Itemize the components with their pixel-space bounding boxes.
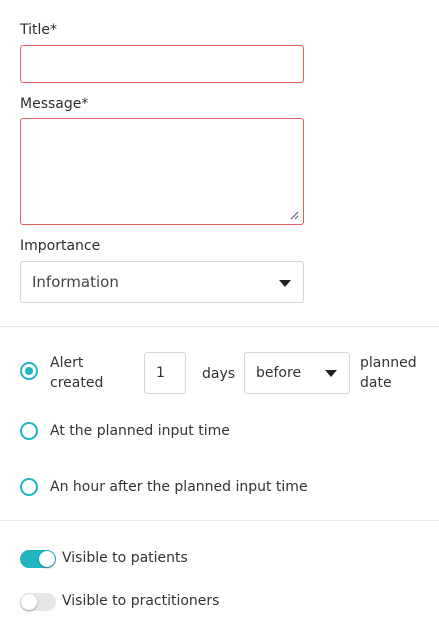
toggle-knob <box>21 594 37 610</box>
direction-selected-value: before <box>256 365 302 381</box>
radio-hour-after-input-time[interactable] <box>20 478 38 496</box>
hour-after-input-time-label: An hour after the planned input time <box>50 479 308 495</box>
title-label: Title* <box>20 22 58 38</box>
planned-date-label-line1: planned <box>360 355 417 371</box>
days-label: days <box>202 366 236 382</box>
importance-select[interactable]: Information <box>20 261 304 303</box>
divider-top <box>0 326 439 327</box>
resize-handle-icon[interactable] <box>290 211 299 220</box>
visible-to-practitioners-label: Visible to practitioners <box>62 593 220 609</box>
radio-alert-created[interactable] <box>20 362 38 380</box>
message-textarea[interactable] <box>20 118 304 225</box>
direction-select[interactable]: before <box>244 352 350 394</box>
planned-input-time-label: At the planned input time <box>50 423 230 439</box>
chevron-down-icon <box>325 370 337 377</box>
toggle-knob <box>39 551 55 567</box>
days-input[interactable] <box>144 352 186 394</box>
planned-date-label: planned date <box>360 353 417 393</box>
chevron-down-icon <box>279 280 291 287</box>
planned-date-label-line2: date <box>360 375 392 391</box>
alert-created-label-line1: Alert <box>50 355 84 371</box>
visible-to-patients-label: Visible to patients <box>62 550 188 566</box>
importance-label: Importance <box>20 238 101 254</box>
alert-created-label-line2: created <box>50 375 104 391</box>
radio-planned-input-time[interactable] <box>20 422 38 440</box>
radio-selected-dot <box>25 367 33 375</box>
toggle-visible-to-patients[interactable] <box>20 550 56 568</box>
divider-bottom <box>0 520 439 521</box>
alert-created-label: Alert created <box>50 353 103 393</box>
importance-selected-value: Information <box>32 273 119 291</box>
message-label: Message* <box>20 96 89 112</box>
title-input[interactable] <box>20 45 304 83</box>
toggle-visible-to-practitioners[interactable] <box>20 593 56 611</box>
